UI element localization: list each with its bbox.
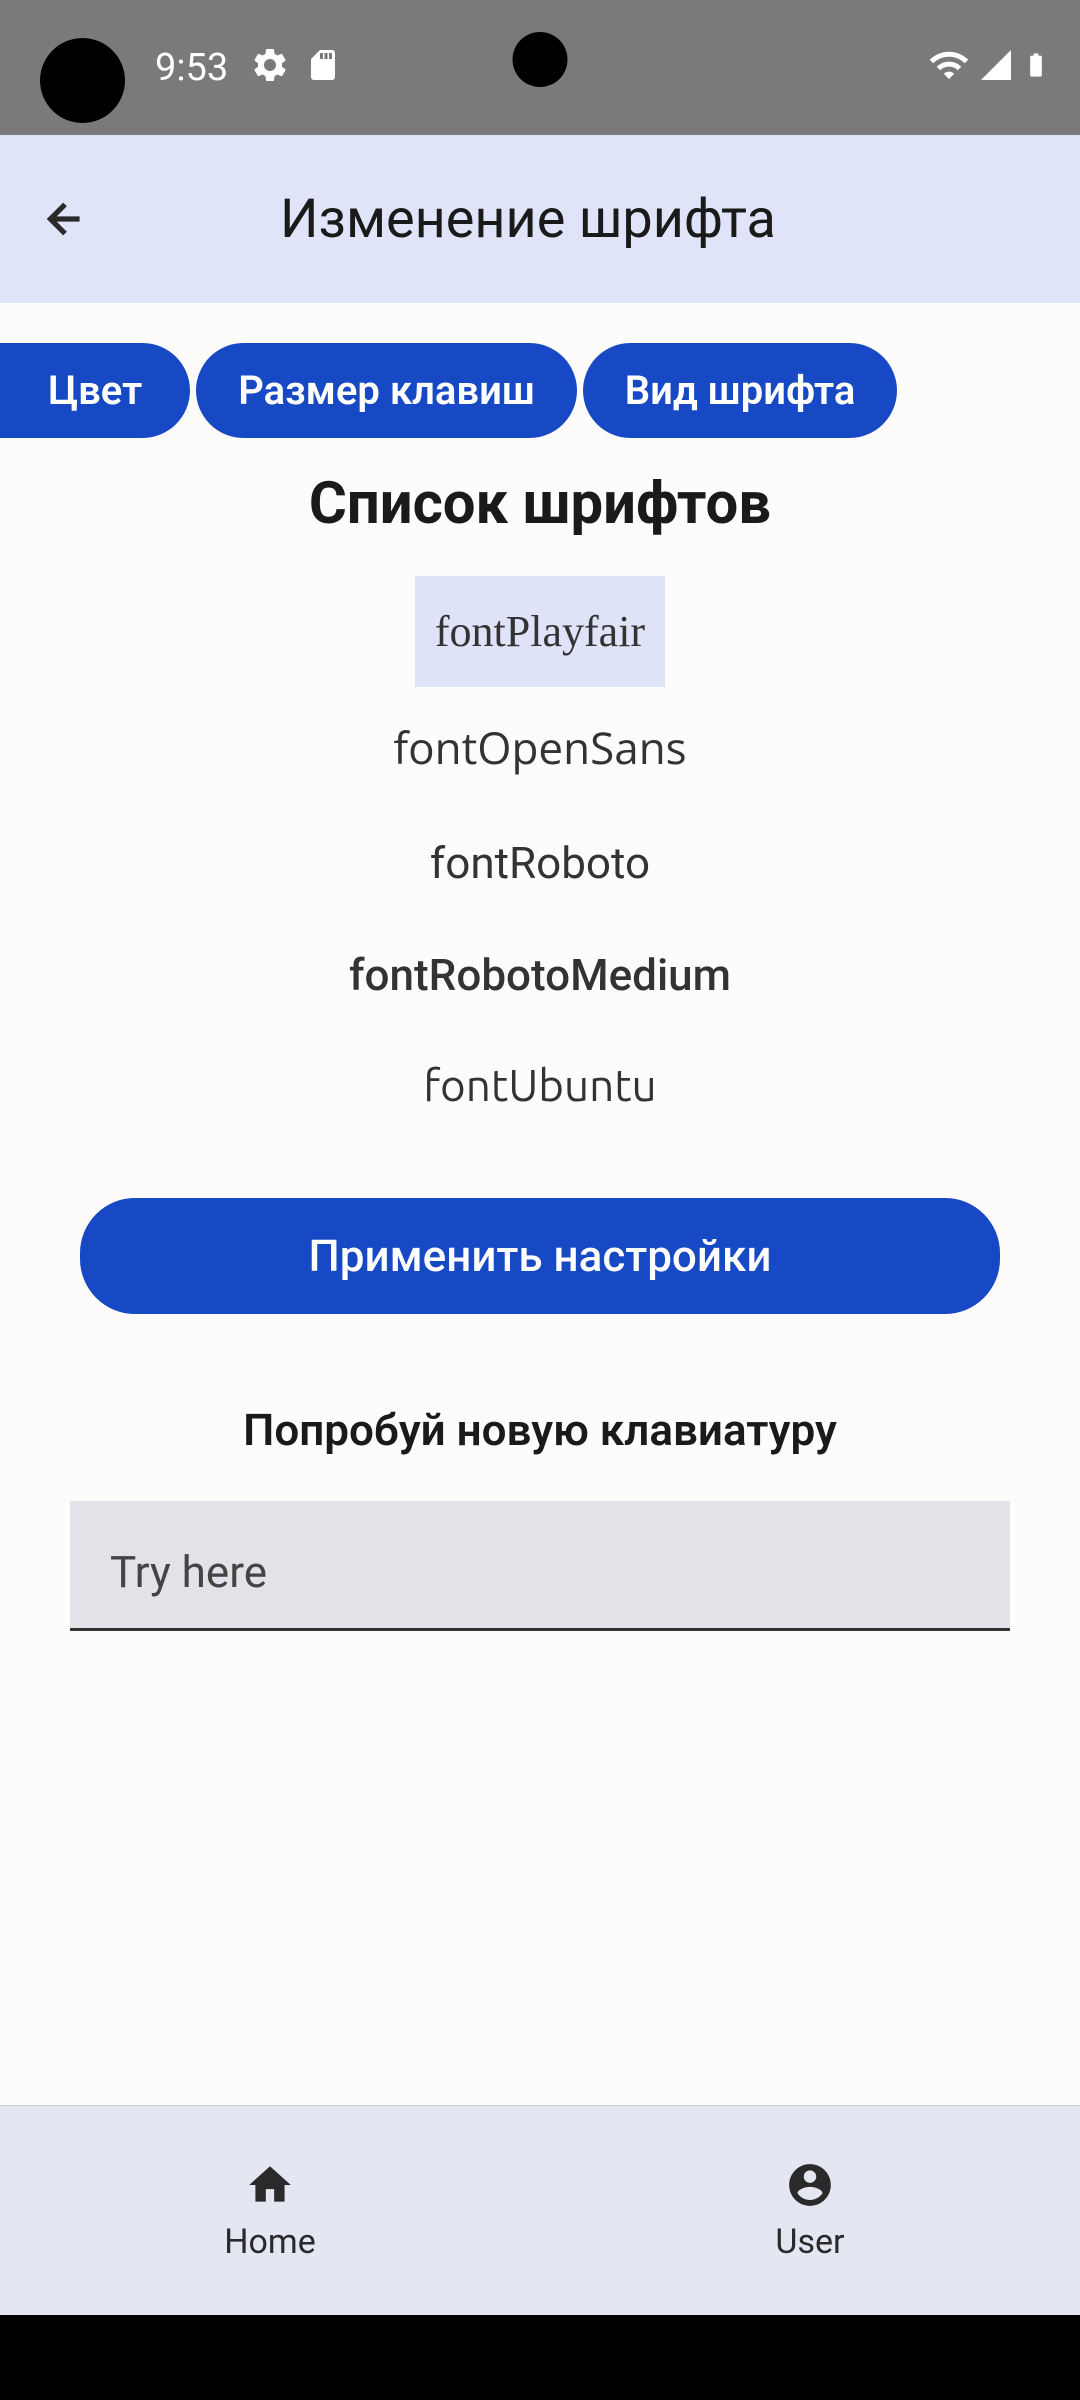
- nav-home[interactable]: Home: [0, 2106, 540, 2315]
- camera-cutout-center: [513, 32, 568, 87]
- gear-icon: [250, 45, 290, 85]
- status-time: 9:53: [155, 46, 228, 90]
- apply-button[interactable]: Применить настройки: [80, 1198, 1000, 1314]
- try-keyboard-label: Попробуй новую клавиатуру: [243, 1404, 837, 1456]
- page-title: Изменение шрифта: [280, 188, 776, 251]
- status-icons-left: [250, 44, 341, 86]
- status-icons-right: [928, 44, 1050, 86]
- camera-cutout-left: [40, 38, 125, 123]
- wifi-icon: [928, 44, 970, 86]
- system-nav-bar: [0, 2315, 1080, 2400]
- home-icon: [245, 2160, 295, 2210]
- sd-card-icon: [305, 44, 341, 86]
- font-item-playfair[interactable]: fontPlayfair: [415, 576, 665, 687]
- main-content: Цвет Размер клавиш Вид шрифта Список шри…: [0, 303, 1080, 2105]
- tab-color[interactable]: Цвет: [0, 343, 190, 438]
- font-item-robotomedium[interactable]: fontRobotoMedium: [329, 919, 751, 1031]
- signal-icon: [978, 47, 1014, 83]
- app-header: Изменение шрифта: [0, 135, 1080, 303]
- nav-user-label: User: [775, 2222, 844, 2262]
- tab-keysize[interactable]: Размер клавиш: [196, 343, 577, 438]
- user-icon: [785, 2160, 835, 2210]
- status-bar: 9:53: [0, 0, 1080, 135]
- battery-icon: [1022, 44, 1050, 86]
- bottom-nav: Home User: [0, 2105, 1080, 2315]
- try-input[interactable]: [70, 1501, 1010, 1631]
- font-item-opensans[interactable]: fontOpenSans: [373, 687, 706, 807]
- back-arrow-icon[interactable]: [40, 194, 90, 244]
- nav-user[interactable]: User: [540, 2106, 1080, 2315]
- font-list: fontPlayfair fontOpenSans fontRoboto fon…: [0, 576, 1080, 1140]
- tab-fonttype[interactable]: Вид шрифта: [583, 343, 898, 438]
- tab-row: Цвет Размер клавиш Вид шрифта: [0, 343, 1080, 438]
- font-item-ubuntu[interactable]: fontUbuntu: [403, 1031, 676, 1140]
- font-item-roboto[interactable]: fontRoboto: [410, 807, 670, 919]
- font-list-title: Список шрифтов: [309, 470, 771, 538]
- nav-home-label: Home: [224, 2222, 316, 2262]
